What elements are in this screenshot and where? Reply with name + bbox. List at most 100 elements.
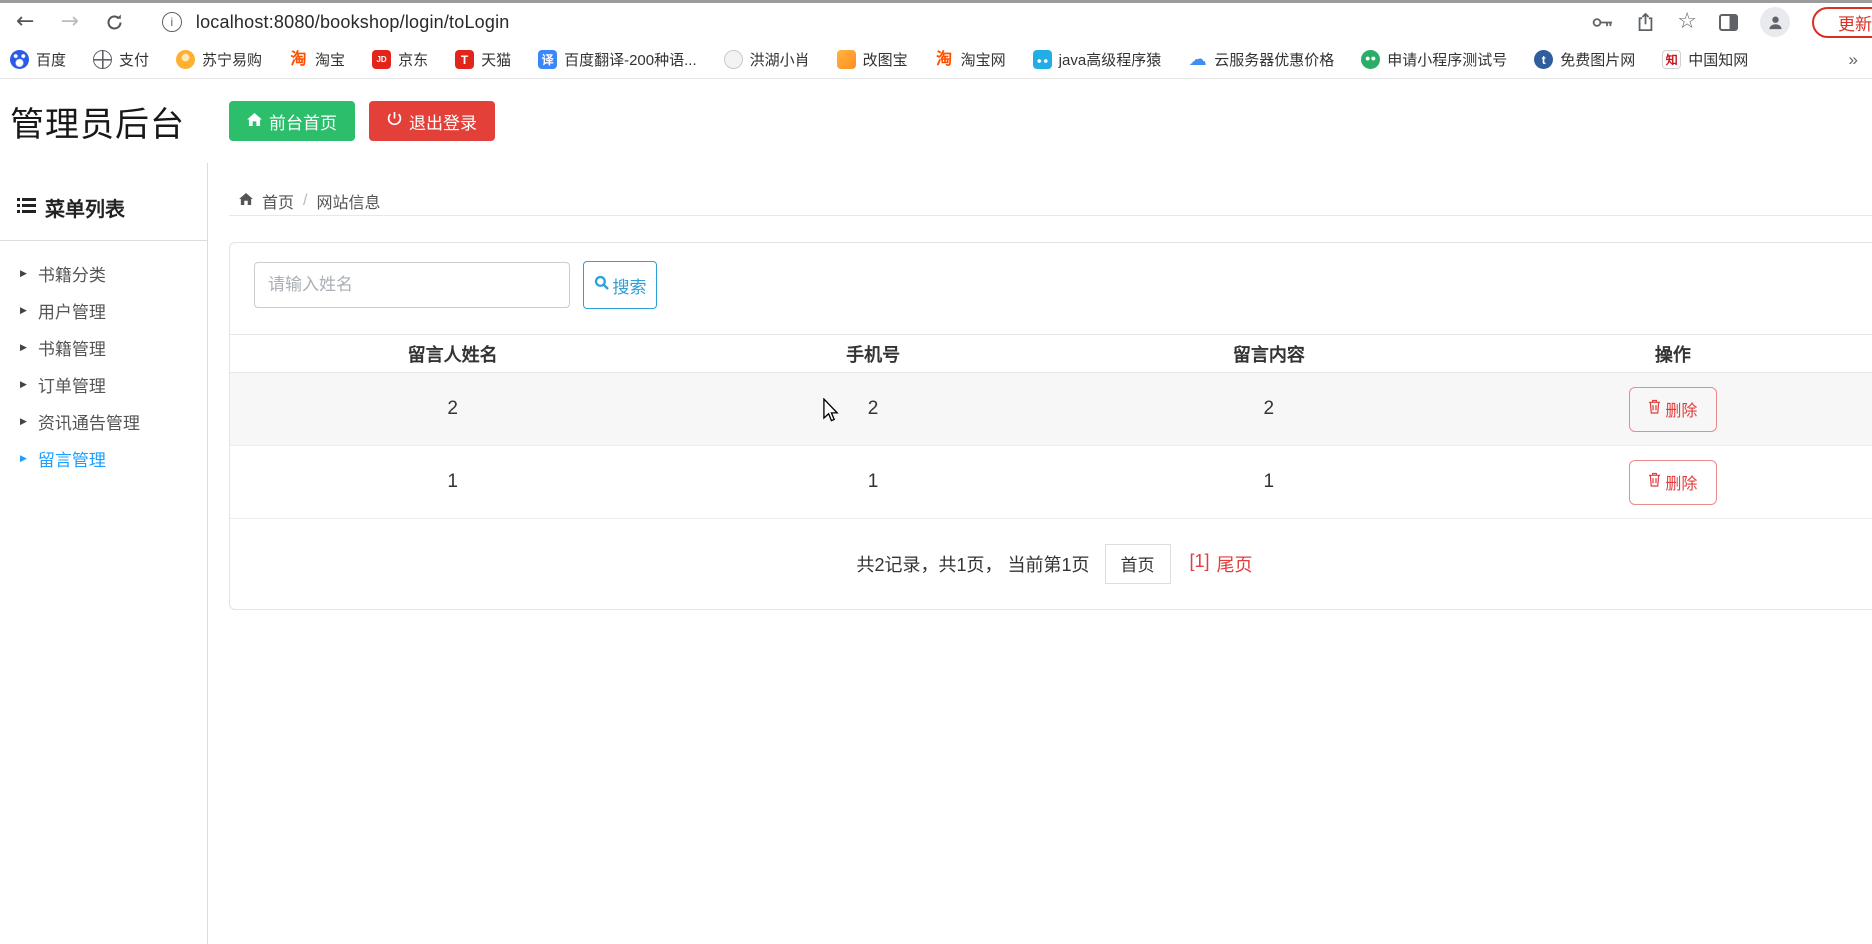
- sidebar: 菜单列表 ▶ 书籍分类 ▶ 用户管理 ▶ 书籍管理 ▶ 订单管理 ▶ 资讯通告管…: [0, 163, 208, 944]
- home-icon: [247, 111, 262, 131]
- tmall-favicon-icon: T: [455, 50, 475, 69]
- taobao-favicon-icon: 淘: [290, 50, 307, 68]
- bookmarks-overflow-chevron-icon[interactable]: »: [1849, 50, 1858, 70]
- baidu-favicon-icon: [10, 50, 29, 69]
- bookmark-gaitubao[interactable]: 改图宝: [836, 49, 908, 70]
- cell-name: 1: [447, 471, 458, 492]
- site-info-icon[interactable]: i: [161, 12, 182, 32]
- bookmark-taobao[interactable]: 淘 淘宝: [289, 49, 346, 70]
- bookmark-java[interactable]: java高级程序猿: [1032, 49, 1161, 70]
- cloud-favicon-icon: ☁: [1188, 48, 1207, 70]
- table-header-row: 留言人姓名 手机号 留言内容 操作: [230, 334, 1872, 373]
- share-icon[interactable]: [1636, 12, 1655, 32]
- search-row: 搜索: [230, 243, 1872, 309]
- chrome-update-button[interactable]: 更新: [1812, 6, 1872, 38]
- bookmark-cnki[interactable]: 知 中国知网: [1662, 49, 1748, 70]
- caret-right-icon: ▶: [20, 268, 27, 279]
- table-row: 1 1 1 删除: [230, 446, 1872, 519]
- sidebar-item-user-management[interactable]: ▶ 用户管理: [0, 292, 207, 329]
- pagination: 共2记录，共1页， 当前第1页 首页 [1] 尾页: [230, 519, 1872, 608]
- col-header-action: 操作: [1654, 344, 1691, 365]
- content-card: 搜索 留言人姓名 手机号 留言内容 操作 2 2 2 删除: [229, 242, 1872, 610]
- sidebar-item-book-management[interactable]: ▶ 书籍管理: [0, 329, 207, 366]
- bookmark-tmall[interactable]: T 天猫: [455, 49, 511, 70]
- caret-right-icon: ▶: [20, 416, 27, 427]
- bookmark-jd[interactable]: JD 京东: [372, 49, 428, 70]
- fanyi-favicon-icon: 译: [538, 50, 558, 69]
- breadcrumb-current: 网站信息: [316, 195, 381, 212]
- menu-list: ▶ 书籍分类 ▶ 用户管理 ▶ 书籍管理 ▶ 订单管理 ▶ 资讯通告管理 ▶ 留…: [0, 255, 207, 477]
- search-icon: [594, 275, 610, 296]
- breadcrumb-home[interactable]: 首页: [262, 189, 294, 213]
- sidebar-item-book-category[interactable]: ▶ 书籍分类: [0, 255, 207, 292]
- menu-heading: 菜单列表: [17, 193, 207, 222]
- bookmark-wechat-test[interactable]: 申请小程序测试号: [1361, 49, 1507, 70]
- cell-name: 2: [447, 398, 458, 419]
- bookmark-zhifu[interactable]: 支付: [93, 49, 149, 70]
- pagination-last-button[interactable]: 尾页: [1217, 551, 1253, 577]
- cell-phone: 2: [867, 398, 879, 419]
- bookmark-freepic[interactable]: t 免费图片网: [1534, 49, 1635, 70]
- cell-phone: 1: [867, 471, 879, 492]
- mouse-cursor: [822, 397, 839, 428]
- messages-table: 留言人姓名 手机号 留言内容 操作 2 2 2 删除 1 1 1 删除 共2记录…: [230, 334, 1872, 608]
- java-favicon-icon: [1032, 50, 1052, 69]
- bookmark-cloud-server[interactable]: ☁ 云服务器优惠价格: [1188, 48, 1335, 70]
- freepic-favicon-icon: t: [1534, 50, 1554, 69]
- trash-icon: [1648, 472, 1661, 492]
- panel-top-divider: [229, 215, 1872, 216]
- sidebar-item-order-management[interactable]: ▶ 订单管理: [0, 366, 207, 403]
- caret-right-icon: ▶: [20, 379, 27, 390]
- home-icon: [239, 192, 253, 210]
- bookmark-suning[interactable]: 苏宁易购: [176, 49, 262, 70]
- front-home-button[interactable]: 前台首页: [229, 101, 355, 141]
- caret-right-icon: ▶: [20, 453, 27, 464]
- cell-content: 1: [1263, 471, 1275, 492]
- pagination-current-page[interactable]: [1]: [1190, 551, 1210, 577]
- sidebar-item-message-management[interactable]: ▶ 留言管理: [0, 440, 207, 477]
- cnki-favicon-icon: 知: [1662, 50, 1682, 69]
- bookmark-taobaowang[interactable]: 淘 淘宝网: [935, 49, 1006, 70]
- wechat-favicon-icon: [1361, 50, 1381, 69]
- jd-favicon-icon: JD: [372, 50, 392, 69]
- sidebar-item-news-management[interactable]: ▶ 资讯通告管理: [0, 403, 207, 440]
- bookmark-baidu[interactable]: 百度: [10, 49, 66, 70]
- search-button[interactable]: 搜索: [583, 261, 657, 309]
- col-header-phone: 手机号: [846, 344, 901, 365]
- back-icon[interactable]: ←: [16, 11, 34, 33]
- search-input[interactable]: [254, 262, 570, 308]
- honghu-favicon-icon: [723, 50, 743, 69]
- globe-favicon-icon: [93, 50, 113, 69]
- table-row: 2 2 2 删除: [230, 373, 1872, 446]
- password-key-icon[interactable]: [1592, 16, 1614, 29]
- browser-toolbar: ← → i localhost:8080/bookshop/login/toLo…: [0, 3, 1872, 41]
- pagination-first-button[interactable]: 首页: [1104, 543, 1171, 584]
- gaitubao-favicon-icon: [836, 50, 856, 69]
- taobaowang-favicon-icon: 淘: [936, 50, 953, 68]
- menu-list-icon: [17, 196, 36, 219]
- main-content: 首页 / 网站信息 搜索 留言人姓名 手机号 留言内容 操作 2 2: [208, 163, 1872, 944]
- col-header-name: 留言人姓名: [407, 344, 498, 365]
- menu-divider: [0, 240, 207, 241]
- pagination-summary: 共2记录，共1页， 当前第1页: [856, 554, 1090, 575]
- profile-avatar-icon[interactable]: [1760, 7, 1790, 37]
- bookmark-baidu-fanyi[interactable]: 译 百度翻译-200种语...: [538, 49, 697, 70]
- forward-icon[interactable]: →: [60, 11, 78, 33]
- refresh-icon[interactable]: [105, 13, 124, 32]
- bookmarks-bar: 百度 支付 苏宁易购 淘 淘宝 JD 京东 T 天猫 译 百度翻译-200种语.…: [0, 41, 1872, 79]
- bookmark-honghu[interactable]: 洪湖小肖: [723, 49, 810, 70]
- side-panel-icon[interactable]: [1719, 13, 1738, 31]
- caret-right-icon: ▶: [20, 342, 27, 353]
- logout-button[interactable]: 退出登录: [369, 101, 495, 141]
- cell-content: 2: [1263, 398, 1275, 419]
- col-header-content: 留言内容: [1232, 344, 1305, 365]
- delete-button[interactable]: 删除: [1628, 386, 1717, 432]
- delete-button[interactable]: 删除: [1628, 459, 1717, 505]
- page-title: 管理员后台: [10, 105, 185, 144]
- breadcrumb-separator: /: [303, 192, 308, 209]
- trash-icon: [1648, 399, 1661, 419]
- suning-favicon-icon: [176, 50, 196, 69]
- address-bar[interactable]: localhost:8080/bookshop/login/toLogin: [196, 12, 510, 33]
- power-icon: [387, 111, 402, 131]
- bookmark-star-icon[interactable]: ☆: [1677, 11, 1697, 33]
